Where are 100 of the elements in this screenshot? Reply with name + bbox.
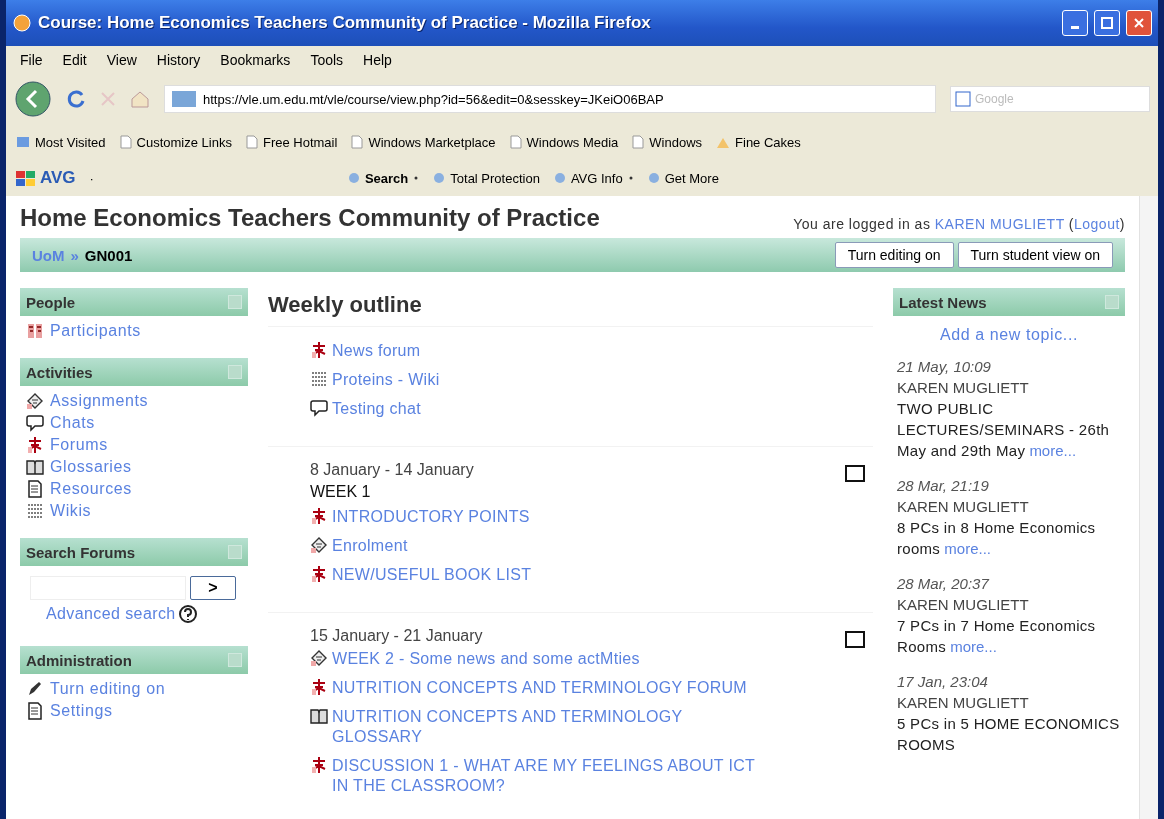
bookmark-link[interactable]: Most Visited bbox=[16, 134, 106, 150]
sidebar-link[interactable]: Turn editing on bbox=[50, 680, 166, 698]
sidebar-link[interactable]: Forums bbox=[50, 436, 108, 454]
post-date: 21 May, 10:09 bbox=[897, 357, 992, 377]
forum-icon bbox=[310, 507, 328, 525]
dropdown-dot[interactable]: · bbox=[89, 170, 94, 186]
reload-icon[interactable] bbox=[66, 89, 86, 109]
more-link[interactable]: more... bbox=[950, 638, 997, 655]
page-icon bbox=[632, 135, 645, 149]
toolbar-item[interactable]: Total Protection bbox=[433, 170, 540, 186]
page-button[interactable]: Turn editing on bbox=[834, 242, 954, 268]
toolbar-item[interactable]: Get More bbox=[647, 170, 719, 186]
maximize-button[interactable] bbox=[1094, 10, 1120, 36]
page-button[interactable]: Turn student view on bbox=[957, 242, 1113, 268]
activity-link[interactable]: INTRODUCTORY POINTS bbox=[332, 507, 530, 527]
address-field[interactable]: https://vle.um.edu.mt/vle/course/view.php?id=56&edit=0&sesskey=JKeiO06BAP bbox=[164, 85, 936, 113]
menu-item[interactable]: History bbox=[156, 52, 201, 68]
sidebar-link[interactable]: Resources bbox=[50, 480, 132, 498]
highlight-toggle-icon[interactable] bbox=[845, 465, 865, 482]
more-link[interactable]: more... bbox=[944, 540, 992, 557]
highlight-toggle-icon[interactable] bbox=[845, 631, 865, 648]
post-subject: 8 PCs in 8 Home Economics rooms more... bbox=[897, 518, 1097, 559]
forum-icon bbox=[310, 678, 328, 696]
toolbar-item[interactable]: Search bbox=[347, 170, 420, 186]
search-field[interactable]: Google bbox=[950, 86, 1150, 112]
activity-link[interactable]: News forum bbox=[332, 341, 421, 361]
bookmark-link[interactable]: Windows Marketplace bbox=[351, 134, 496, 150]
minimize-button[interactable] bbox=[1062, 10, 1088, 36]
dropdown-icon bbox=[413, 175, 420, 181]
add-topic-link[interactable]: Add a new topic... bbox=[940, 326, 1078, 343]
pencil-icon bbox=[26, 680, 44, 698]
forum-icon bbox=[310, 756, 328, 774]
forum-icon bbox=[310, 565, 328, 583]
activity-link[interactable]: NEW/USEFUL BOOK LIST bbox=[332, 565, 532, 585]
activity-link[interactable]: WEEK 2 - Some news and some actMties bbox=[332, 649, 640, 669]
more-link[interactable]: more... bbox=[1029, 442, 1077, 459]
help-icon[interactable] bbox=[177, 604, 198, 624]
assignment-icon bbox=[310, 649, 328, 667]
menu-item[interactable]: Help bbox=[363, 52, 392, 68]
activity-link[interactable]: Proteins - Wiki bbox=[332, 370, 440, 390]
breadcrumb-current: GN001 bbox=[84, 246, 133, 264]
home-icon[interactable] bbox=[130, 90, 150, 108]
toolbar-item[interactable]: AVG Info bbox=[553, 170, 634, 186]
scrollbar[interactable] bbox=[1139, 196, 1158, 819]
avg-logo-icon bbox=[16, 169, 36, 187]
assignment-icon bbox=[26, 392, 44, 410]
bookmark-link[interactable]: Free Hotmail bbox=[245, 134, 338, 150]
sidebar-link[interactable]: Settings bbox=[50, 702, 113, 720]
activity-link[interactable]: Enrolment bbox=[332, 536, 408, 556]
advanced-search-link[interactable]: Advanced search bbox=[46, 605, 176, 623]
minimize-icon bbox=[1071, 25, 1079, 29]
bookmark-link[interactable]: Customize Links bbox=[119, 134, 232, 150]
toolbar-icon bbox=[553, 172, 566, 184]
chat-bubble-icon bbox=[26, 414, 44, 432]
book-icon bbox=[26, 458, 44, 476]
wiki-icon bbox=[310, 370, 328, 388]
forum-icon bbox=[26, 436, 44, 454]
post-subject: 7 PCs in 7 Home Economics Rooms more... bbox=[897, 616, 1097, 657]
activity-link[interactable]: DISCUSSION 1 - WHAT ARE MY FEELINGS ABOUT ICT IN THE CLASSROOM? bbox=[332, 756, 763, 796]
stop-icon[interactable] bbox=[100, 91, 116, 107]
post-date: 17 Jan, 23:04 bbox=[897, 672, 989, 692]
collapse-icon[interactable] bbox=[228, 295, 242, 309]
post-date: 28 Mar, 20:37 bbox=[897, 574, 991, 594]
sidebar-link[interactable]: Wikis bbox=[50, 502, 92, 520]
menu-item[interactable]: Bookmarks bbox=[220, 52, 291, 68]
assignment-icon bbox=[310, 536, 328, 554]
sidebar-link[interactable]: Participants bbox=[50, 322, 141, 340]
page-icon bbox=[119, 135, 132, 149]
collapse-icon[interactable] bbox=[228, 545, 242, 559]
logout-link[interactable]: Logout bbox=[1074, 216, 1120, 232]
collapse-icon[interactable] bbox=[228, 365, 242, 379]
menu-item[interactable]: View bbox=[106, 52, 137, 68]
bookmark-link[interactable]: Windows bbox=[632, 134, 703, 150]
toolbar-icon bbox=[347, 172, 360, 184]
dropdown-icon bbox=[627, 175, 634, 181]
close-button[interactable] bbox=[1126, 10, 1152, 36]
document-icon bbox=[26, 702, 44, 720]
menu-item[interactable]: File bbox=[20, 52, 43, 68]
activity-link[interactable]: NUTRITION CONCEPTS AND TERMINOLOGY GLOSSARY bbox=[332, 707, 763, 747]
breadcrumb-link[interactable]: UoM bbox=[32, 246, 65, 264]
back-button-icon[interactable] bbox=[14, 80, 52, 118]
bookmark-link[interactable]: Windows Media bbox=[509, 134, 619, 150]
site-icon bbox=[171, 90, 197, 108]
sidebar-link[interactable]: Glossaries bbox=[50, 458, 132, 476]
document-icon bbox=[26, 480, 44, 498]
collapse-icon[interactable] bbox=[1105, 295, 1119, 309]
activity-link[interactable]: NUTRITION CONCEPTS AND TERMINOLOGY FORUM bbox=[332, 678, 747, 698]
sidebar-link[interactable]: Chats bbox=[50, 414, 95, 432]
toolbar-icon bbox=[433, 172, 446, 184]
toolbar-icon bbox=[647, 172, 660, 184]
block-title: Activities bbox=[26, 363, 93, 381]
sidebar-link[interactable]: Assignments bbox=[50, 392, 149, 410]
menu-item[interactable]: Edit bbox=[62, 52, 87, 68]
collapse-icon[interactable] bbox=[228, 653, 242, 667]
bookmark-link[interactable]: Fine Cakes bbox=[716, 134, 801, 150]
activity-link[interactable]: Testing chat bbox=[332, 399, 421, 419]
search-button[interactable]: > bbox=[190, 576, 236, 600]
user-link[interactable]: KAREN MUGLIETT bbox=[934, 216, 1065, 232]
page-icon bbox=[245, 135, 258, 149]
menu-item[interactable]: Tools bbox=[310, 52, 344, 68]
